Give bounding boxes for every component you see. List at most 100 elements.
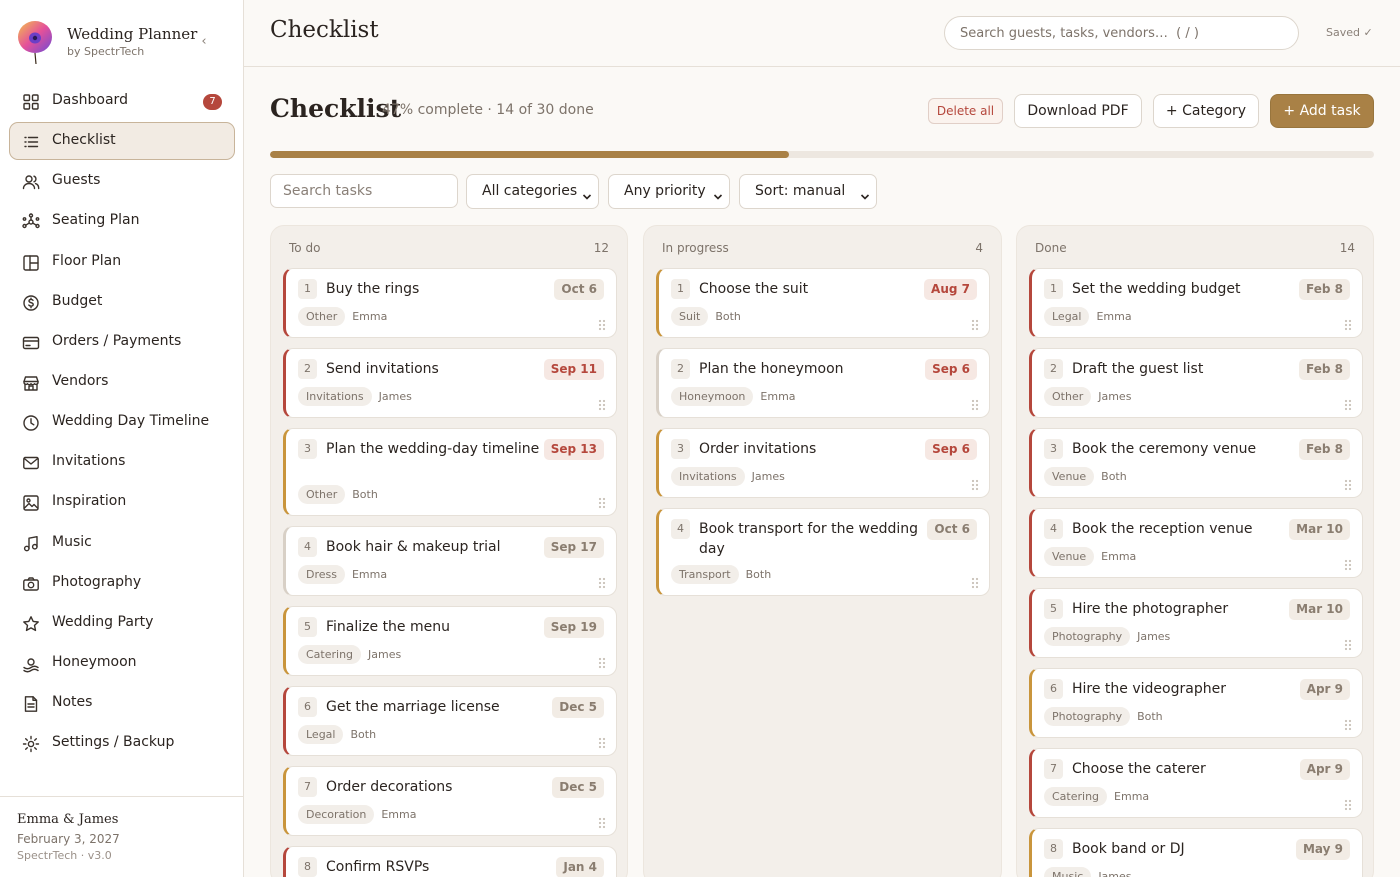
sidebar-item-honeymoon[interactable]: Honeymoon bbox=[9, 644, 235, 682]
sidebar-item-vendors[interactable]: Vendors bbox=[9, 363, 235, 401]
category-tag: Invitations bbox=[671, 466, 745, 486]
drag-handle-icon[interactable] bbox=[971, 476, 979, 491]
sidebar-item-settings-backup[interactable]: Settings / Backup bbox=[9, 724, 235, 762]
global-search-input[interactable] bbox=[944, 16, 1299, 50]
sidebar-item-guests[interactable]: Guests bbox=[9, 162, 235, 200]
task-card[interactable]: 4 Book the reception venue Mar 10 Venue Emma bbox=[1029, 508, 1363, 578]
task-order-number: 4 bbox=[1044, 519, 1063, 539]
task-card[interactable]: 3 Order invitations Sep 6 Invitations James bbox=[656, 428, 990, 498]
sidebar-footer: Emma & James February 3, 2027 SpectrTech… bbox=[0, 796, 243, 877]
task-card[interactable]: 1 Choose the suit Aug 7 Suit Both bbox=[656, 268, 990, 338]
drag-handle-icon[interactable] bbox=[971, 316, 979, 331]
task-card[interactable]: 8 Book band or DJ May 9 Music James bbox=[1029, 828, 1363, 877]
task-order-number: 6 bbox=[1044, 679, 1063, 699]
sidebar-item-notes[interactable]: Notes bbox=[9, 684, 235, 722]
chevron-down-icon bbox=[713, 187, 723, 200]
column-count: 12 bbox=[593, 241, 609, 255]
category-tag: Photography bbox=[1044, 706, 1131, 726]
task-card[interactable]: 3 Plan the wedding-day timeline Sep 13 Othe… bbox=[283, 428, 617, 516]
drag-handle-icon[interactable] bbox=[598, 316, 606, 331]
task-title: Book band or DJ bbox=[1072, 841, 1185, 857]
sort-select[interactable]: Sort: manual bbox=[739, 174, 877, 209]
sidebar-item-wedding-party[interactable]: Wedding Party bbox=[9, 604, 235, 642]
drag-handle-icon[interactable] bbox=[971, 574, 979, 589]
task-card[interactable]: 2 Draft the guest list Feb 8 Other James bbox=[1029, 348, 1363, 418]
drag-handle-icon[interactable] bbox=[971, 396, 979, 411]
task-meta: Transport Both bbox=[671, 564, 771, 584]
task-title: Choose the suit bbox=[699, 281, 809, 297]
progress-bar bbox=[270, 151, 1374, 158]
sidebar-item-seating-plan[interactable]: Seating Plan bbox=[9, 202, 235, 240]
drag-handle-icon[interactable] bbox=[1344, 556, 1352, 571]
task-card[interactable]: 4 Book hair & makeup trial Sep 17 Dress Emma bbox=[283, 526, 617, 596]
drag-handle-icon[interactable] bbox=[598, 654, 606, 669]
task-card[interactable]: 6 Get the marriage license Dec 5 Legal Both bbox=[283, 686, 617, 756]
task-title: Confirm RSVPs bbox=[326, 859, 430, 875]
category-tag: Suit bbox=[671, 306, 709, 326]
sidebar-item-checklist[interactable]: Checklist bbox=[9, 122, 235, 161]
task-meta: Honeymoon Emma bbox=[671, 386, 796, 406]
task-title: Order decorations bbox=[326, 779, 453, 795]
sidebar-item-dashboard[interactable]: Dashboard 7 bbox=[9, 82, 235, 120]
task-owner: Both bbox=[715, 309, 741, 323]
task-card[interactable]: 1 Buy the rings Oct 6 Other Emma bbox=[283, 268, 617, 338]
sidebar-item-orders-payments[interactable]: Orders / Payments bbox=[9, 323, 235, 361]
collapse-sidebar-button[interactable]: ‹ bbox=[194, 32, 214, 52]
drag-handle-icon[interactable] bbox=[1344, 396, 1352, 411]
task-title: Hire the photographer bbox=[1072, 601, 1229, 617]
drag-handle-icon[interactable] bbox=[598, 734, 606, 749]
task-card[interactable]: 3 Book the ceremony venue Feb 8 Venue Both bbox=[1029, 428, 1363, 498]
sidebar-item-photography[interactable]: Photography bbox=[9, 564, 235, 602]
sidebar-item-inspiration[interactable]: Inspiration bbox=[9, 483, 235, 521]
drag-handle-icon[interactable] bbox=[598, 494, 606, 509]
due-date-badge: May 9 bbox=[1295, 839, 1350, 860]
drag-handle-icon[interactable] bbox=[598, 814, 606, 829]
sidebar-item-invitations[interactable]: Invitations bbox=[9, 443, 235, 481]
drag-handle-icon[interactable] bbox=[1344, 636, 1352, 651]
task-card[interactable]: 5 Finalize the menu Sep 19 Catering James bbox=[283, 606, 617, 676]
task-card[interactable]: 2 Send invitations Sep 11 Invitations James bbox=[283, 348, 617, 418]
task-card[interactable]: 2 Plan the honeymoon Sep 6 Honeymoon Emma bbox=[656, 348, 990, 418]
delete-all-button[interactable]: Delete all bbox=[928, 98, 1003, 124]
task-order-number: 4 bbox=[671, 519, 690, 539]
sidebar-item-music[interactable]: Music bbox=[9, 524, 235, 562]
task-card[interactable]: 5 Hire the photographer Mar 10 Photography J… bbox=[1029, 588, 1363, 658]
task-owner: Both bbox=[350, 727, 377, 741]
task-card[interactable]: 6 Hire the videographer Apr 9 Photography Bo… bbox=[1029, 668, 1363, 738]
sidebar-item-floor-plan[interactable]: Floor Plan bbox=[9, 243, 235, 281]
category-tag: Venue bbox=[1044, 546, 1095, 566]
category-select[interactable]: All categories bbox=[466, 174, 599, 209]
sidebar-nav: Dashboard 7 Checklist Guests Seating Plan Flo… bbox=[9, 82, 235, 764]
category-tag: Legal bbox=[1044, 306, 1090, 326]
add-category-button[interactable]: + Category bbox=[1153, 94, 1259, 128]
due-date-badge: Feb 8 bbox=[1299, 279, 1350, 300]
drag-handle-icon[interactable] bbox=[1344, 716, 1352, 731]
grid-icon bbox=[22, 93, 40, 111]
gear-icon bbox=[22, 735, 40, 753]
column-name: Done bbox=[1035, 241, 1067, 255]
drag-handle-icon[interactable] bbox=[1344, 796, 1352, 811]
task-meta: Music James bbox=[1044, 866, 1132, 877]
task-search-input[interactable] bbox=[270, 174, 458, 208]
topbar-title: Checklist bbox=[270, 17, 379, 43]
priority-select[interactable]: Any priority bbox=[608, 174, 730, 209]
drag-handle-icon[interactable] bbox=[1344, 476, 1352, 491]
task-card[interactable]: 1 Set the wedding budget Feb 8 Legal Emma bbox=[1029, 268, 1363, 338]
due-date-badge: Jan 4 bbox=[556, 857, 604, 877]
task-order-number: 6 bbox=[298, 697, 317, 717]
task-card[interactable]: 8Confirm RSVPsJan 4InvitationsJames bbox=[283, 846, 617, 877]
download-pdf-button[interactable]: Download PDF bbox=[1014, 94, 1142, 128]
column-name: In progress bbox=[662, 241, 729, 255]
task-card[interactable]: 7 Order decorations Dec 5 Decoration Emma bbox=[283, 766, 617, 836]
drag-handle-icon[interactable] bbox=[598, 574, 606, 589]
category-tag: Catering bbox=[1044, 786, 1108, 806]
task-meta: Catering Emma bbox=[1044, 786, 1149, 806]
list-icon bbox=[22, 133, 40, 151]
drag-handle-icon[interactable] bbox=[1344, 316, 1352, 331]
add-task-button[interactable]: + Add task bbox=[1270, 94, 1374, 128]
task-card[interactable]: 7 Choose the caterer Apr 9 Catering Emma bbox=[1029, 748, 1363, 818]
sidebar-item-budget[interactable]: Budget bbox=[9, 283, 235, 321]
sidebar-item-wedding-day-timeline[interactable]: Wedding Day Timeline bbox=[9, 403, 235, 441]
task-card[interactable]: 4 Book transport for the wedding day Oct 6… bbox=[656, 508, 990, 596]
drag-handle-icon[interactable] bbox=[598, 396, 606, 411]
